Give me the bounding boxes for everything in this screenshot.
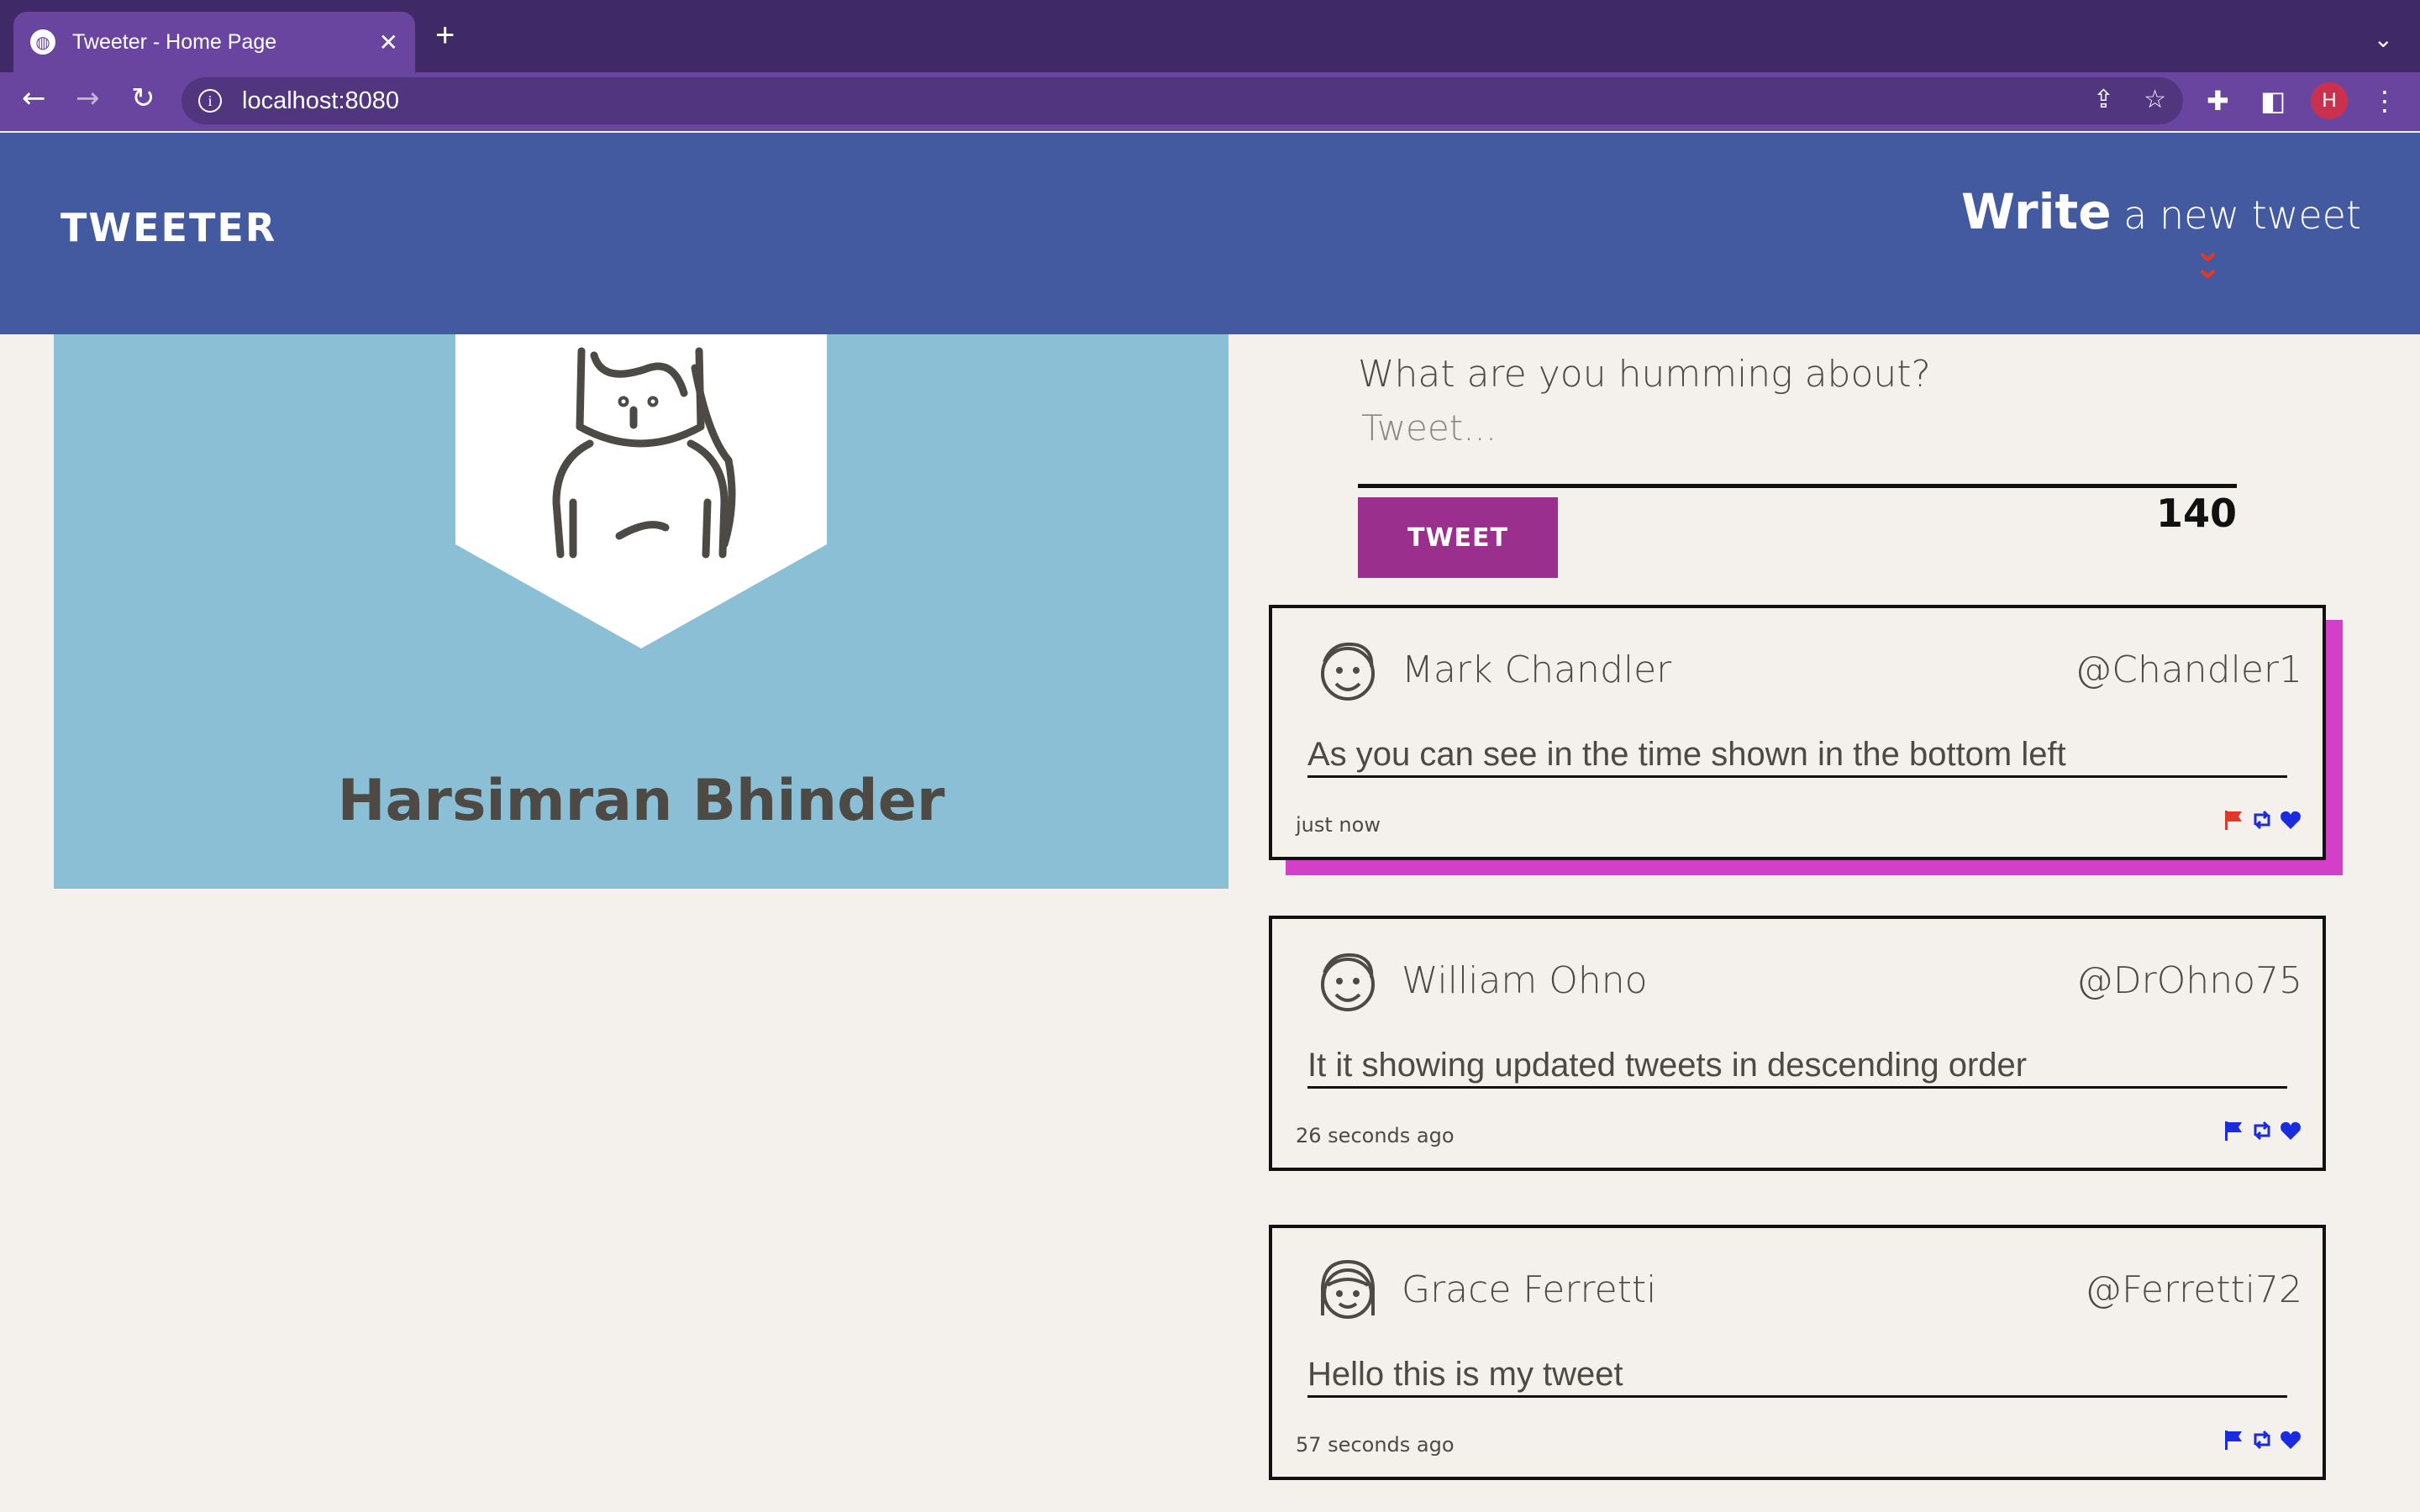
tweet-author-name: William Ohno (1402, 959, 1648, 1002)
tweet-actions (2222, 1119, 2302, 1142)
tweet-timestamp: just now (1296, 813, 1381, 837)
tweet-timestamp: 57 seconds ago (1296, 1433, 1455, 1457)
flag-icon[interactable] (2222, 1428, 2245, 1452)
site-logo[interactable]: TWEETER (60, 205, 276, 250)
tweet-author-name: Mark Chandler (1402, 648, 1672, 691)
new-tweet-form: What are you humming about? TWEET 140 (1358, 353, 2237, 578)
tweet-author-handle: @Chandler1 (2075, 648, 2302, 691)
profile-username: Harsimran Bhinder (337, 768, 945, 834)
heart-icon[interactable] (2279, 1428, 2302, 1452)
male-avatar-icon (1321, 953, 1375, 1011)
flag-icon[interactable] (2222, 808, 2245, 832)
browser-tab-strip: ◍ Tweeter - Home Page ✕ + ⌄ (0, 0, 2420, 72)
male-avatar-icon (1321, 643, 1375, 701)
tweet-text: As you can see in the time shown in the … (1307, 736, 2287, 778)
tweet-text: It it showing updated tweets in descendi… (1307, 1047, 2287, 1089)
tweet-card: Mark Chandler @Chandler1 As you can see … (1269, 605, 2326, 860)
char-counter: 140 (2155, 491, 2237, 536)
write-new-tweet-toggle[interactable]: Write a new tweet (1961, 183, 2361, 240)
extensions-puzzle-icon[interactable]: ✚ (2207, 87, 2229, 114)
share-icon[interactable]: ⇪ (2093, 87, 2114, 113)
tweet-author-name: Grace Ferretti (1402, 1268, 1657, 1311)
retweet-icon[interactable] (2250, 808, 2274, 832)
tweet-actions (2222, 1428, 2302, 1452)
tweet-card: Grace Ferretti @Ferretti72 Hello this is… (1269, 1225, 2326, 1480)
heart-icon[interactable] (2279, 808, 2302, 832)
tweet-actions (2222, 808, 2302, 832)
address-bar[interactable]: i localhost:8080 ⇪ ☆ (182, 77, 2183, 124)
retweet-icon[interactable] (2250, 1119, 2274, 1142)
tab-title: Tweeter - Home Page (72, 29, 277, 54)
profile-avatar[interactable]: H (2311, 82, 2348, 119)
browser-toolbar: ← → ↻ i localhost:8080 ⇪ ☆ ✚ ◧ H ⋮ (0, 72, 2420, 131)
globe-icon: ◍ (30, 29, 55, 55)
heart-icon[interactable] (2279, 1119, 2302, 1142)
url-text: localhost:8080 (242, 87, 400, 114)
bookmark-star-icon[interactable]: ☆ (2144, 87, 2166, 113)
new-tab-button[interactable]: + (435, 18, 455, 52)
write-label-rest: a new tweet (2111, 192, 2361, 238)
site-info-icon[interactable]: i (198, 89, 222, 113)
tab-search-chevron-icon[interactable]: ⌄ (2374, 25, 2393, 53)
browser-tab[interactable]: ◍ Tweeter - Home Page ✕ (13, 12, 415, 72)
browser-menu-icon[interactable]: ⋮ (2371, 87, 2398, 114)
tweet-submit-button[interactable]: TWEET (1358, 497, 1558, 578)
reload-icon[interactable]: ↻ (131, 84, 155, 113)
tweet-author-handle: @DrOhno75 (2075, 959, 2302, 1002)
flag-icon[interactable] (2222, 1119, 2245, 1142)
write-label: Write (1961, 183, 2112, 240)
tweet-author-handle: @Ferretti72 (2085, 1268, 2302, 1311)
tweet-textarea[interactable] (1358, 407, 2237, 488)
profile-avatar-badge (455, 334, 827, 648)
forward-icon[interactable]: → (76, 84, 100, 113)
double-chevron-down-icon[interactable]: ⌄ ⌄ (2193, 234, 2222, 284)
female-avatar-icon (1321, 1259, 1375, 1319)
tweet-timestamp: 26 seconds ago (1296, 1124, 1455, 1147)
tweet-text: Hello this is my tweet (1307, 1356, 2287, 1398)
side-panel-icon[interactable]: ◧ (2260, 87, 2286, 114)
composer-prompt: What are you humming about? (1358, 353, 1931, 396)
back-icon[interactable]: ← (22, 84, 46, 113)
profile-card: Harsimran Bhinder (54, 334, 1228, 889)
tweet-card: William Ohno @DrOhno75 It it showing upd… (1269, 916, 2326, 1171)
retweet-icon[interactable] (2250, 1428, 2274, 1452)
close-tab-icon[interactable]: ✕ (379, 29, 398, 56)
site-header: TWEETER Write a new tweet ⌄ ⌄ (0, 133, 2420, 334)
